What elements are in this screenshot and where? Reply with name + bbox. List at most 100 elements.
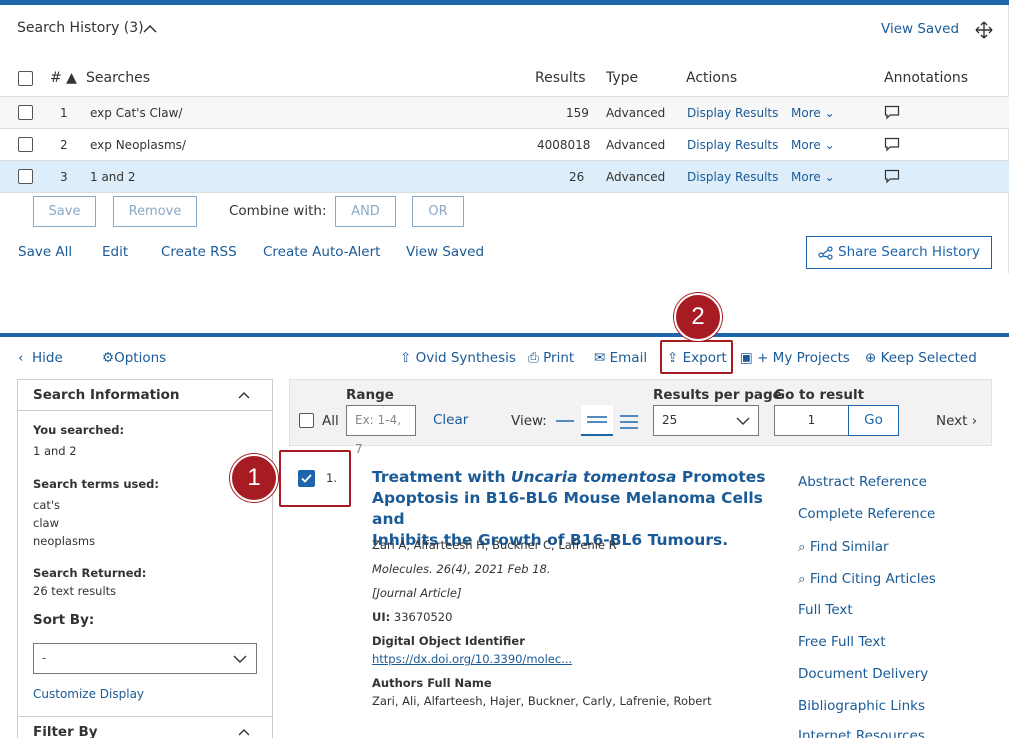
result-checkbox-highlight-box <box>279 450 351 507</box>
row-results: 26 <box>569 170 585 184</box>
history-row: 3 1 and 2 26 Advanced Display Results Mo… <box>0 160 1009 192</box>
more-dropdown[interactable]: More ⌄ <box>791 170 835 184</box>
find-citing-articles-link[interactable]: ⌕ Find Citing Articles <box>798 571 936 587</box>
more-label: More <box>791 170 821 184</box>
bibliographic-links-link[interactable]: Bibliographic Links <box>798 698 925 714</box>
combine-or-button[interactable]: OR <box>412 196 464 227</box>
move-arrows-icon[interactable] <box>975 21 993 39</box>
find-citing-label: Find Citing Articles <box>809 571 936 587</box>
ovid-synthesis-button[interactable]: ⇧ Ovid Synthesis <box>400 350 516 366</box>
view-title-only-icon[interactable] <box>555 413 575 429</box>
search-term: claw <box>33 516 59 530</box>
folder-icon: ▣ <box>740 350 753 366</box>
combine-and-button[interactable]: AND <box>335 196 396 227</box>
document-delivery-link[interactable]: Document Delivery <box>798 666 928 682</box>
select-all-results-checkbox[interactable] <box>299 413 314 428</box>
sort-by-select[interactable]: - <box>33 643 257 674</box>
collapse-chevron-up-icon[interactable] <box>143 24 157 33</box>
result-checkbox-checked[interactable] <box>298 470 315 487</box>
more-dropdown[interactable]: More ⌄ <box>791 138 835 152</box>
results-per-page-select[interactable]: 25 <box>653 405 759 436</box>
options-label: Options <box>114 350 167 366</box>
search-returned-value: 26 text results <box>33 584 117 598</box>
col-annotations-header: Annotations <box>884 70 969 86</box>
share-search-history-button[interactable]: Share Search History <box>806 236 992 269</box>
result-ui: UI: 33670520 <box>372 610 452 624</box>
display-results-link[interactable]: Display Results <box>687 106 778 120</box>
clear-range-link[interactable]: Clear <box>433 412 468 428</box>
collapse-chevron-up-icon[interactable] <box>238 391 250 399</box>
go-to-result-input[interactable]: 1 <box>774 405 849 436</box>
print-button[interactable]: ⎙ Print <box>528 350 574 366</box>
title-part-a: Treatment with <box>372 468 511 486</box>
abstract-reference-link[interactable]: Abstract Reference <box>798 474 927 490</box>
more-dropdown[interactable]: More ⌄ <box>791 106 835 120</box>
col-actions-header: Actions <box>686 70 738 86</box>
view-saved-link-top[interactable]: View Saved <box>881 21 959 37</box>
annotation-comment-icon[interactable] <box>884 169 900 184</box>
history-row: 2 exp Neoplasms/ 4008018 Advanced Displa… <box>0 128 1009 160</box>
sort-by-value: - <box>42 651 47 665</box>
keep-selected-button[interactable]: ⊕ Keep Selected <box>865 350 977 366</box>
options-button[interactable]: ⚙Options <box>102 350 166 366</box>
keep-selected-label: Keep Selected <box>880 350 977 366</box>
filter-by-title[interactable]: Filter By <box>33 724 98 738</box>
row-results: 159 <box>566 106 589 120</box>
chevron-right-icon: › <box>971 413 978 429</box>
row-type: Advanced <box>606 170 666 184</box>
step-badge-1: 1 <box>230 454 278 502</box>
complete-reference-link[interactable]: Complete Reference <box>798 506 935 522</box>
title-part-b: Promotes <box>676 468 766 486</box>
authors-full-name-label: Authors Full Name <box>372 676 492 690</box>
result-title-line-2: Apoptosis in B16-BL6 Mouse Melanoma Cell… <box>372 489 763 528</box>
combine-with-label: Combine with: <box>229 203 327 219</box>
col-searches-header: Searches <box>86 70 151 86</box>
next-label: Next <box>936 413 968 429</box>
display-results-link[interactable]: Display Results <box>687 138 778 152</box>
next-page-button[interactable]: Next › <box>936 413 977 429</box>
annotation-comment-icon[interactable] <box>884 105 900 120</box>
sidebar-divider <box>18 716 272 717</box>
my-projects-button[interactable]: ▣ + My Projects <box>740 350 850 366</box>
range-label: Range <box>346 387 394 403</box>
col-number-header[interactable]: # ▲ <box>50 70 77 86</box>
chevron-down-icon <box>736 417 750 425</box>
view-saved-link[interactable]: View Saved <box>406 244 484 260</box>
range-placeholder: Ex: 1-4, 7 <box>355 413 401 456</box>
row-query: exp Cat's Claw/ <box>90 106 183 120</box>
create-auto-alert-link[interactable]: Create Auto-Alert <box>263 244 380 260</box>
view-citation-icon[interactable] <box>581 405 613 436</box>
export-button[interactable]: ⇪ Export <box>667 350 727 366</box>
row-checkbox[interactable] <box>18 169 33 184</box>
row-checkbox[interactable] <box>18 137 33 152</box>
hide-sidebar-button[interactable]: ‹ Hide <box>18 350 63 366</box>
row-results: 4008018 <box>537 138 591 152</box>
find-similar-link[interactable]: ⌕ Find Similar <box>798 539 889 555</box>
row-checkbox[interactable] <box>18 105 33 120</box>
doi-link[interactable]: https://dx.doi.org/10.3390/molec... <box>372 652 572 666</box>
free-full-text-link[interactable]: Free Full Text <box>798 634 886 650</box>
annotation-comment-icon[interactable] <box>884 137 900 152</box>
go-button[interactable]: Go <box>848 405 899 436</box>
range-input[interactable]: Ex: 1-4, 7 <box>346 405 416 456</box>
display-results-link[interactable]: Display Results <box>687 170 778 184</box>
ui-label: UI: <box>372 610 391 624</box>
chevron-left-icon: ‹ <box>18 350 24 366</box>
email-button[interactable]: ✉ Email <box>594 350 647 366</box>
title-italic-part: Uncaria tomentosa <box>510 468 677 486</box>
internet-resources-link[interactable]: Internet Resources <box>798 728 925 738</box>
ui-value: 33670520 <box>393 610 453 624</box>
authors-full-name-value: Zari, Ali, Alfarteesh, Hajer, Buckner, C… <box>372 694 712 708</box>
save-button[interactable]: Save <box>33 196 96 227</box>
collapse-chevron-up-icon[interactable] <box>238 728 250 736</box>
results-accent-bar <box>0 333 1009 337</box>
full-text-link[interactable]: Full Text <box>798 602 853 618</box>
save-all-link[interactable]: Save All <box>18 244 72 260</box>
create-rss-link[interactable]: Create RSS <box>161 244 237 260</box>
view-abstract-icon[interactable] <box>619 413 639 431</box>
remove-button[interactable]: Remove <box>113 196 197 227</box>
edit-link[interactable]: Edit <box>102 244 128 260</box>
row-number: 1 <box>60 106 68 120</box>
customize-display-link[interactable]: Customize Display <box>33 687 144 701</box>
select-all-history-checkbox[interactable] <box>18 71 33 86</box>
